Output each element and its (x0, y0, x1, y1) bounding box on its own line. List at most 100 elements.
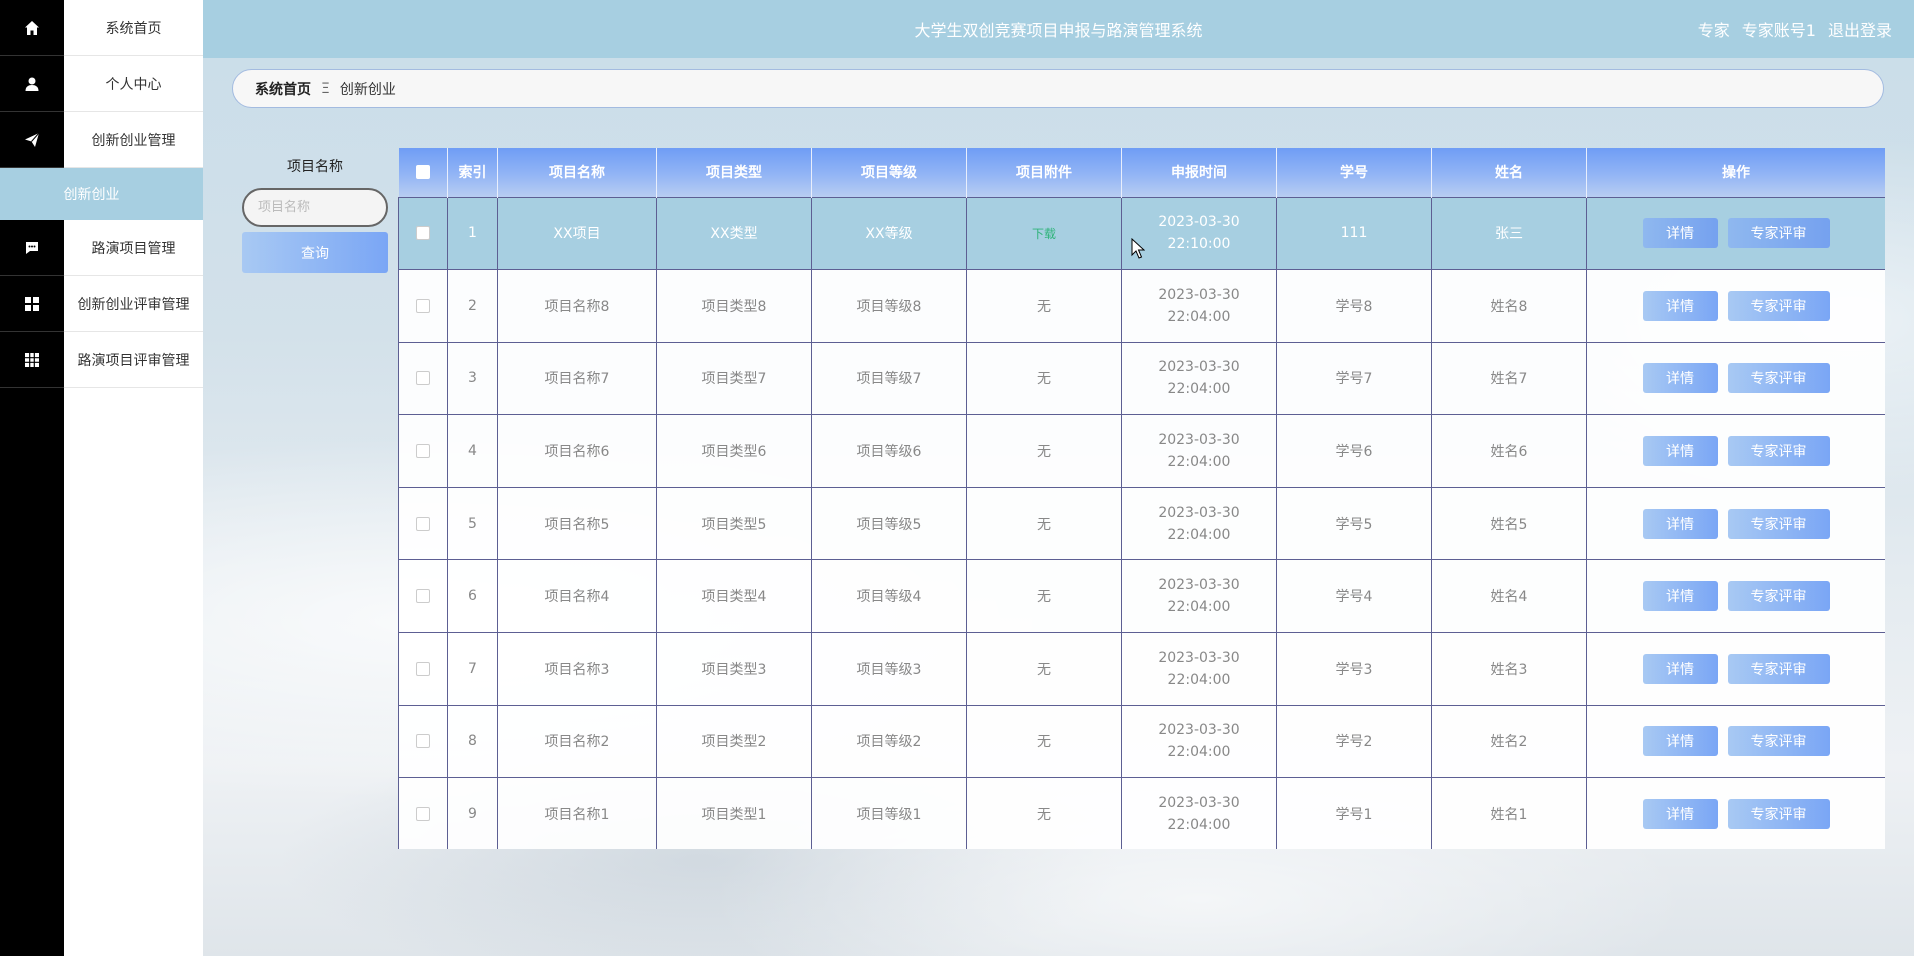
breadcrumb-home[interactable]: 系统首页 (255, 79, 311, 99)
cell-name: 项目名称3 (497, 632, 657, 706)
detail-button[interactable]: 详情 (1642, 290, 1718, 321)
detail-button[interactable]: 详情 (1642, 436, 1718, 467)
expert-review-button[interactable]: 专家评审 (1727, 290, 1830, 321)
cell-name: 项目名称5 (497, 486, 657, 561)
expert-review-button[interactable]: 专家评审 (1727, 363, 1830, 394)
cell-name: 项目名称1 (497, 777, 657, 849)
sidebar-item-profile[interactable]: 个人中心 (0, 56, 203, 112)
sidebar-item-innovation[interactable]: 创新创业管理 (0, 112, 203, 168)
select-all-checkbox[interactable] (398, 148, 448, 197)
cell-student-name: 姓名5 (1431, 486, 1587, 561)
table-row: 7 项目名称3 项目类型3 项目等级3 无 2023-03-30 22:04:00 学号3 姓… (398, 632, 1885, 706)
expert-review-button[interactable]: 专家评审 (1727, 218, 1830, 249)
sidebar-item-home[interactable]: 系统首页 (0, 0, 203, 56)
breadcrumb-current: 创新创业 (339, 81, 396, 98)
cell-type: 项目类型5 (656, 486, 812, 561)
chat-icon (0, 220, 64, 276)
cell-time: 2023-03-30 22:04:00 (1121, 704, 1277, 779)
cell-attach: 无 (966, 777, 1122, 849)
cell-index: 1 (447, 196, 498, 271)
detail-button[interactable]: 详情 (1642, 363, 1718, 394)
expert-review-button[interactable]: 专家评审 (1727, 508, 1830, 539)
sidebar-item-label: 路演项目管理 (91, 241, 176, 257)
cell-actions: 详情 专家评审 (1586, 414, 1885, 488)
search-input[interactable] (242, 188, 388, 227)
download-link[interactable]: 下载 (966, 196, 1122, 271)
row-checkbox[interactable] (398, 559, 448, 634)
sidebar-item-label: 系统首页 (105, 21, 162, 37)
row-checkbox[interactable] (398, 486, 448, 561)
expert-review-button[interactable]: 专家评审 (1727, 653, 1830, 684)
cell-type: 项目类型1 (656, 777, 812, 849)
cell-name: 项目名称7 (497, 341, 657, 416)
apps-icon (0, 332, 64, 388)
row-checkbox[interactable] (398, 414, 448, 488)
cell-student-name: 张三 (1431, 196, 1587, 271)
cell-actions: 详情 专家评审 (1586, 704, 1885, 779)
cell-type: 项目类型6 (656, 414, 812, 488)
cell-student-id: 学号6 (1276, 414, 1432, 488)
cell-level: 项目等级1 (811, 777, 967, 849)
cell-actions: 详情 专家评审 (1586, 196, 1885, 271)
cell-name: XX项目 (497, 196, 657, 271)
cell-index: 6 (447, 559, 498, 634)
cell-time: 2023-03-30 22:04:00 (1121, 341, 1277, 416)
expert-review-button[interactable]: 专家评审 (1727, 799, 1830, 830)
col-header-name: 项目名称 (497, 148, 657, 197)
cell-name: 项目名称6 (497, 414, 657, 488)
table-row: 4 项目名称6 项目类型6 项目等级6 无 2023-03-30 22:04:00 学号6 姓… (398, 414, 1885, 488)
sidebar-item-innovation-review[interactable]: 创新创业评审管理 (0, 276, 203, 332)
sidebar-subitem-innovation-active[interactable]: 创新创业 (0, 168, 203, 220)
cell-student-name: 姓名3 (1431, 632, 1587, 706)
expert-review-button[interactable]: 专家评审 (1727, 436, 1830, 467)
table-row: 6 项目名称4 项目类型4 项目等级4 无 2023-03-30 22:04:00 学号4 姓… (398, 559, 1885, 634)
cell-index: 5 (447, 486, 498, 561)
cell-student-id: 111 (1276, 196, 1432, 271)
cell-actions: 详情 专家评审 (1586, 777, 1885, 849)
detail-button[interactable]: 详情 (1642, 799, 1718, 830)
search-button[interactable]: 查询 (242, 232, 388, 273)
cell-level: 项目等级8 (811, 269, 967, 343)
cell-level: 项目等级3 (811, 632, 967, 706)
detail-button[interactable]: 详情 (1642, 581, 1718, 612)
row-checkbox[interactable] (398, 269, 448, 343)
cell-attach: 无 (966, 704, 1122, 779)
cell-attach: 无 (966, 632, 1122, 706)
cell-index: 8 (447, 704, 498, 779)
cell-index: 4 (447, 414, 498, 488)
cell-attach: 无 (966, 559, 1122, 634)
cell-attach: 无 (966, 414, 1122, 488)
row-checkbox[interactable] (398, 196, 448, 271)
home-icon (0, 0, 64, 56)
cell-index: 2 (447, 269, 498, 343)
user-name: 专家账号1 (1741, 21, 1816, 40)
cell-time: 2023-03-30 22:04:00 (1121, 632, 1277, 706)
expert-review-button[interactable]: 专家评审 (1727, 726, 1830, 757)
table-header-row: 索引 项目名称 项目类型 项目等级 项目附件 申报时间 学号 姓名 操作 (398, 148, 1885, 197)
expert-review-button[interactable]: 专家评审 (1727, 581, 1830, 612)
mouse-cursor-icon (1131, 238, 1145, 259)
sidebar-item-roadshow-review[interactable]: 路演项目评审管理 (0, 332, 203, 388)
detail-button[interactable]: 详情 (1642, 218, 1718, 249)
cell-type: 项目类型4 (656, 559, 812, 634)
cell-level: 项目等级4 (811, 559, 967, 634)
sidebar-item-roadshow[interactable]: 路演项目管理 (0, 220, 203, 276)
col-header-index: 索引 (447, 148, 498, 197)
row-checkbox[interactable] (398, 632, 448, 706)
logout-link[interactable]: 退出登录 (1828, 17, 1892, 41)
top-header: 大学生双创竞赛项目申报与路演管理系统 专家 专家账号1 退出登录 (203, 0, 1914, 58)
detail-button[interactable]: 详情 (1642, 508, 1718, 539)
cell-level: 项目等级7 (811, 341, 967, 416)
col-header-time: 申报时间 (1121, 148, 1277, 197)
row-checkbox[interactable] (398, 777, 448, 849)
col-header-level: 项目等级 (811, 148, 967, 197)
detail-button[interactable]: 详情 (1642, 726, 1718, 757)
send-icon (0, 112, 64, 168)
detail-button[interactable]: 详情 (1642, 653, 1718, 684)
table-row: 8 项目名称2 项目类型2 项目等级2 无 2023-03-30 22:04:00 学号2 姓… (398, 704, 1885, 779)
row-checkbox[interactable] (398, 704, 448, 779)
cell-index: 3 (447, 341, 498, 416)
row-checkbox[interactable] (398, 341, 448, 416)
cell-student-name: 姓名2 (1431, 704, 1587, 779)
cell-type: 项目类型8 (656, 269, 812, 343)
